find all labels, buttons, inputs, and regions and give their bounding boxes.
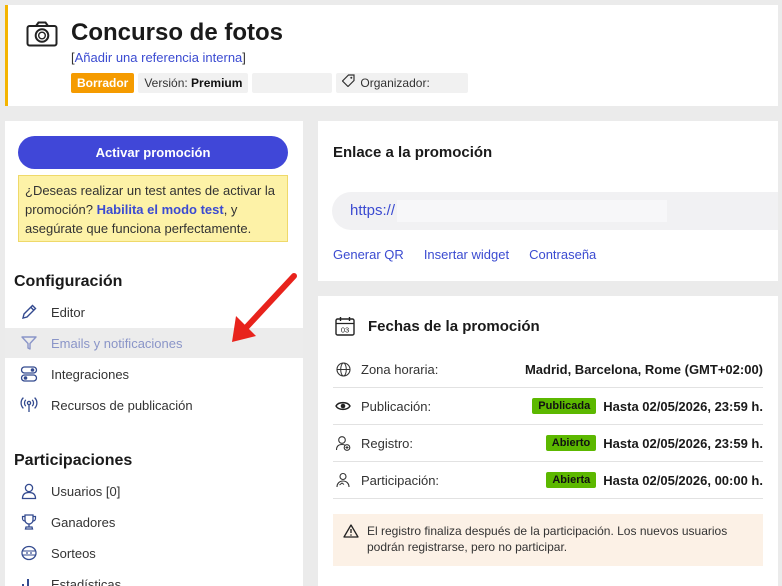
registration-value: Hasta 02/05/2026, 23:59 h.: [603, 435, 763, 451]
promotion-header: Concurso de fotos [Añadir una referencia…: [5, 5, 778, 106]
organizer-badge: Organizador:: [336, 73, 469, 93]
promotion-url-field[interactable]: https://: [332, 192, 778, 230]
enable-test-mode-link[interactable]: Habilita el modo test: [97, 202, 224, 217]
sidebar-item-label: Integraciones: [51, 366, 130, 382]
insert-widget-link[interactable]: Insertar widget: [424, 247, 509, 262]
promotion-dates-card: 03 Fechas de la promoción Zona horaria: …: [318, 296, 778, 586]
sidebar-item-label: Editor: [51, 304, 85, 320]
version-badge: Versión: Premium: [138, 73, 249, 93]
row-label: Publicación:: [361, 398, 432, 414]
publication-value: Hasta 02/05/2026, 23:59 h.: [603, 398, 763, 414]
sidebar-item-publishing[interactable]: Recursos de publicación: [5, 390, 303, 420]
user-icon: [19, 481, 39, 501]
participation-value-group: Abierta Hasta 02/05/2026, 00:00 h.: [546, 472, 763, 488]
participations-section-title: Participaciones: [14, 452, 133, 469]
broadcast-icon: [19, 395, 39, 415]
user-add-icon: [333, 435, 353, 451]
participation-value: Hasta 02/05/2026, 00:00 h.: [603, 472, 763, 488]
sidebar-item-label: Emails y notificaciones: [51, 335, 183, 351]
status-badge: Abierta: [546, 472, 597, 488]
page-title: Concurso de fotos: [71, 19, 284, 46]
status-badge: Publicada: [532, 398, 597, 414]
timezone-value: Madrid, Barcelona, Rome (GMT+02:00): [524, 361, 763, 377]
send-icon: [19, 333, 39, 353]
warning-text: El registro finaliza después de la parti…: [367, 524, 728, 554]
version-label: Versión:: [144, 76, 188, 90]
publication-value-group: Publicada Hasta 02/05/2026, 23:59 h.: [532, 398, 763, 414]
participation-row: Participación: Abierta Hasta 02/05/2026, …: [333, 462, 763, 499]
draw-icon: [19, 543, 39, 563]
organizer-label: Organizador:: [360, 76, 430, 90]
sidebar-item-label: Usuarios [0]: [51, 483, 121, 499]
hand-icon: [333, 472, 353, 488]
registration-row: Registro: Abierto Hasta 02/05/2026, 23:59…: [333, 425, 763, 462]
sidebar-item-label: Estadísticas: [51, 576, 122, 586]
tag-icon: [342, 73, 356, 93]
sidebar-item-label: Ganadores: [51, 514, 116, 530]
promotion-link-card: Enlace a la promoción https:// Generar Q…: [318, 121, 778, 281]
blank-badge: [252, 73, 333, 93]
timezone-row: Zona horaria: Madrid, Barcelona, Rome (G…: [333, 351, 763, 388]
trophy-icon: [19, 512, 39, 532]
generate-qr-link[interactable]: Generar QR: [333, 247, 404, 262]
row-label: Registro:: [361, 435, 414, 451]
sidebar-item-statistics[interactable]: Estadísticas: [5, 569, 303, 586]
link-card-title: Enlace a la promoción: [333, 144, 493, 161]
sidebar-item-winners[interactable]: Ganadores: [5, 507, 303, 537]
status-badge: Abierto: [545, 435, 597, 451]
globe-icon: [333, 361, 353, 377]
link-actions: Generar QR Insertar widget Contraseña: [333, 247, 596, 262]
sidebar-item-draws[interactable]: Sorteos: [5, 538, 303, 568]
toggles-icon: [19, 364, 39, 384]
version-value: Premium: [191, 76, 243, 90]
add-reference-link[interactable]: Añadir una referencia interna: [75, 50, 243, 65]
warning-message: El registro finaliza después de la parti…: [333, 514, 763, 566]
camera-icon: [26, 21, 58, 52]
url-prefix: https://: [350, 202, 396, 219]
url-redacted: [397, 200, 668, 223]
sidebar: Activar promoción ¿Deseas realizar un te…: [5, 121, 303, 586]
sidebar-item-integrations[interactable]: Integraciones: [5, 359, 303, 389]
pencil-icon: [19, 302, 39, 322]
calendar-day: 03: [341, 326, 349, 335]
red-arrow-annotation: [232, 273, 297, 342]
status-badge: Borrador: [71, 73, 135, 93]
warning-icon: [343, 524, 359, 542]
sidebar-item-users[interactable]: Usuarios [0]: [5, 476, 303, 506]
test-mode-notice: ¿Deseas realizar un test antes de activa…: [18, 175, 288, 242]
header-badges: Borrador Versión: Premium Organizador:: [71, 73, 469, 93]
sidebar-item-label: Sorteos: [51, 545, 96, 561]
row-label: Participación:: [361, 472, 440, 488]
registration-value-group: Abierto Hasta 02/05/2026, 23:59 h.: [545, 435, 763, 451]
internal-reference: [Añadir una referencia interna]: [71, 50, 246, 65]
stats-icon: [19, 574, 39, 586]
ref-bracket-close: ]: [242, 50, 246, 65]
dates-card-title: Fechas de la promoción: [368, 318, 540, 335]
activate-promotion-button[interactable]: Activar promoción: [18, 136, 288, 169]
calendar-icon: 03: [335, 316, 355, 341]
config-section-title: Configuración: [14, 273, 123, 290]
sidebar-item-label: Recursos de publicación: [51, 397, 193, 413]
row-label: Zona horaria:: [361, 361, 439, 377]
eye-icon: [333, 400, 353, 412]
password-link[interactable]: Contraseña: [529, 247, 596, 262]
publication-row: Publicación: Publicada Hasta 02/05/2026, …: [333, 388, 763, 425]
